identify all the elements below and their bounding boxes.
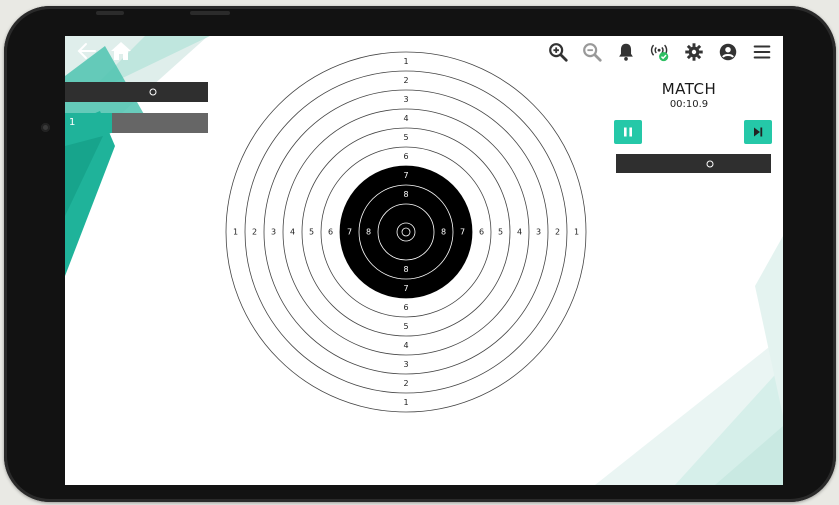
notifications-button[interactable] bbox=[611, 38, 641, 66]
ring-score-label: 7 bbox=[347, 228, 352, 237]
ring-score-label: 6 bbox=[479, 228, 484, 237]
ring-score-label: 5 bbox=[403, 133, 408, 142]
pause-button[interactable] bbox=[614, 120, 642, 144]
menu-icon bbox=[753, 45, 771, 59]
ring-score-label: 1 bbox=[403, 57, 408, 66]
target-ring bbox=[339, 165, 473, 299]
ring-score-label: 4 bbox=[517, 228, 522, 237]
ring-score-label: 6 bbox=[328, 228, 333, 237]
account-button[interactable] bbox=[713, 38, 743, 66]
match-title: MATCH bbox=[661, 80, 717, 98]
app-screen: 1 MATCH 00:10.9 1 1 1 1 2 2 2 2 3 3 3 3 4 4 4 4 5 5 5 5 6 6 6 6… bbox=[65, 36, 783, 485]
shot-number: 1 bbox=[65, 113, 112, 133]
bell-icon bbox=[619, 43, 633, 61]
slider-handle[interactable] bbox=[149, 88, 157, 96]
hardware-button bbox=[96, 11, 124, 15]
ring-score-label: 8 bbox=[403, 190, 408, 199]
ring-score-label: 3 bbox=[403, 360, 408, 369]
match-timer: 00:10.9 bbox=[669, 99, 709, 110]
left-slider-bar[interactable] bbox=[65, 82, 208, 102]
ring-score-label: 1 bbox=[233, 228, 238, 237]
ring-score-label: 3 bbox=[271, 228, 276, 237]
right-slider-bar[interactable] bbox=[616, 154, 771, 173]
ring-score-label: 5 bbox=[498, 228, 503, 237]
slider-handle[interactable] bbox=[706, 160, 714, 167]
shot-list-item[interactable]: 1 bbox=[65, 113, 208, 133]
ring-score-label: 3 bbox=[536, 228, 541, 237]
ring-score-label: 2 bbox=[403, 76, 408, 85]
connection-status-icon bbox=[650, 44, 669, 62]
front-camera bbox=[41, 123, 50, 132]
back-arrow-icon[interactable] bbox=[75, 39, 99, 63]
ring-score-label: 4 bbox=[290, 228, 295, 237]
ring-score-label: 5 bbox=[309, 228, 314, 237]
ring-score-label: 6 bbox=[403, 303, 408, 312]
ring-score-label: 4 bbox=[403, 341, 408, 350]
ring-score-label: 7 bbox=[403, 284, 408, 293]
ring-score-label: 6 bbox=[403, 152, 408, 161]
ring-score-label: 2 bbox=[252, 228, 257, 237]
ring-score-label: 8 bbox=[441, 228, 446, 237]
ring-score-label: 5 bbox=[403, 322, 408, 331]
ring-score-label: 2 bbox=[403, 379, 408, 388]
home-icon[interactable] bbox=[109, 39, 133, 63]
ring-score-label: 1 bbox=[403, 398, 408, 407]
menu-button[interactable] bbox=[747, 38, 777, 66]
next-button[interactable] bbox=[744, 120, 772, 144]
ring-score-label: 7 bbox=[403, 171, 408, 180]
hardware-button bbox=[190, 11, 230, 15]
connection-status-button[interactable] bbox=[645, 38, 675, 66]
pause-icon bbox=[624, 127, 632, 137]
ring-score-label: 8 bbox=[403, 265, 408, 274]
settings-button[interactable] bbox=[679, 38, 709, 66]
skip-next-icon bbox=[754, 127, 763, 137]
ring-score-label: 3 bbox=[403, 95, 408, 104]
ring-score-label: 4 bbox=[403, 114, 408, 123]
shooting-target: 1 1 1 1 2 2 2 2 3 3 3 3 4 4 4 4 5 5 5 5 6 6 6 6 7 7 7 7 8 8 8 8 bbox=[225, 51, 587, 413]
ring-score-label: 7 bbox=[460, 228, 465, 237]
ring-score-label: 1 bbox=[574, 228, 579, 237]
settings-icon bbox=[685, 43, 703, 61]
ring-score-label: 8 bbox=[366, 228, 371, 237]
ring-score-label: 2 bbox=[555, 228, 560, 237]
account-icon bbox=[719, 43, 737, 61]
